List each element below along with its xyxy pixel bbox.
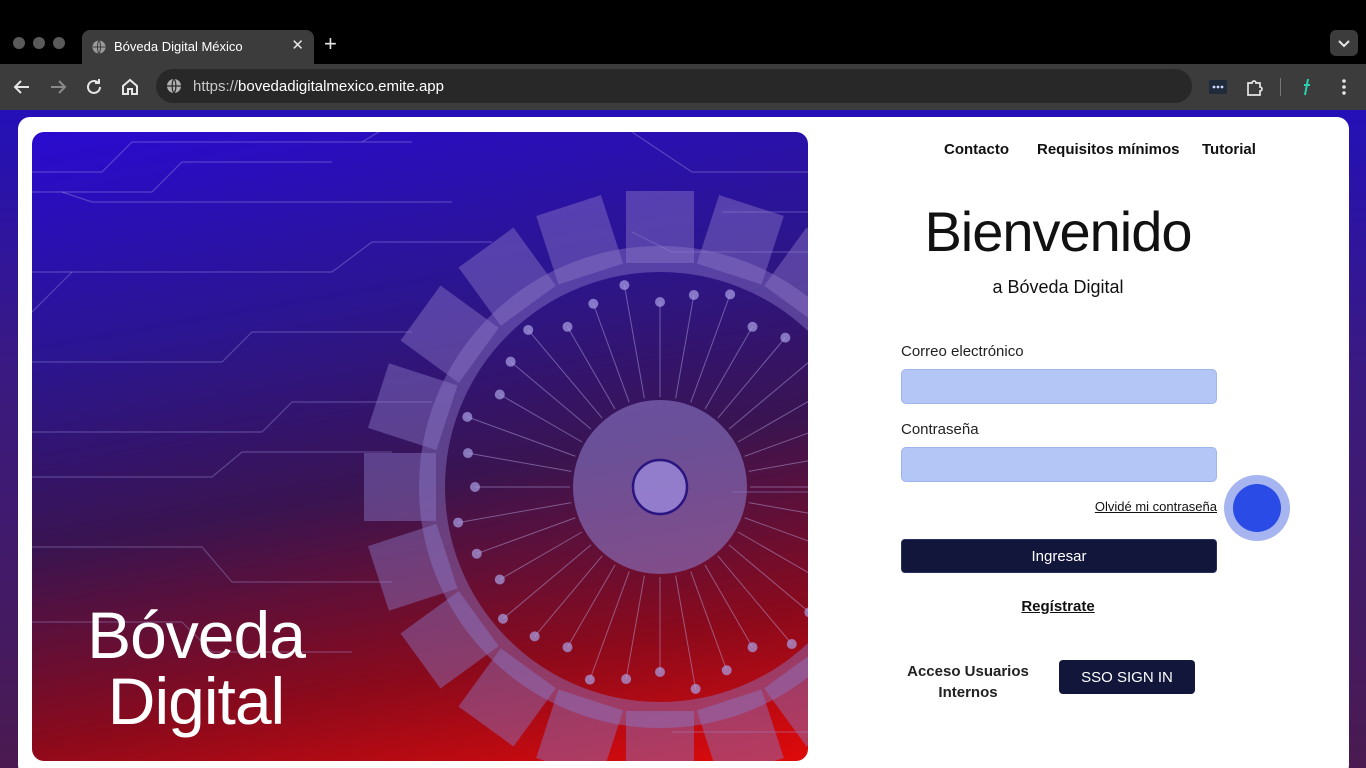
browser-toolbar: https://bovedadigitalmexico.emite.app	[0, 64, 1366, 110]
extension-password-icon[interactable]	[1207, 76, 1229, 98]
help-chat-bubble-inner	[1233, 484, 1281, 532]
sso-sign-in-button[interactable]: SSO SIGN IN	[1059, 660, 1195, 694]
new-tab-button[interactable]: +	[324, 31, 337, 57]
page-background: Bóveda Digital Contacto Requisitos mínim…	[0, 110, 1366, 768]
login-card: Bóveda Digital Contacto Requisitos mínim…	[18, 117, 1349, 768]
internal-users-label: Acceso Usuarios Internos	[904, 661, 1032, 703]
reload-icon[interactable]	[82, 75, 106, 99]
close-tab-icon[interactable]: ✕	[291, 36, 304, 54]
register-link[interactable]: Regístrate	[898, 598, 1218, 615]
globe-icon	[92, 40, 106, 54]
hero-title-line1: Bóveda	[87, 598, 306, 672]
tab-search-button[interactable]	[1330, 30, 1358, 56]
forward-arrow-icon[interactable]	[46, 75, 70, 99]
password-label: Contraseña	[901, 421, 979, 438]
window-close-dot[interactable]	[13, 37, 25, 49]
url-text: https://bovedadigitalmexico.emite.app	[193, 78, 444, 95]
browser-tab-bar: Bóveda Digital México ✕ +	[0, 0, 1366, 64]
hero-panel: Bóveda Digital	[32, 132, 808, 761]
hero-title-line2: Digital	[107, 664, 285, 738]
chevron-down-icon	[1338, 40, 1350, 48]
hero-title: Bóveda Digital	[46, 602, 346, 734]
tab-title: Bóveda Digital México	[114, 39, 243, 54]
internal-users-label-line2: Internos	[938, 684, 998, 701]
site-info-icon[interactable]	[166, 78, 182, 94]
email-label: Correo electrónico	[901, 343, 1024, 360]
nav-tutorial-link[interactable]: Tutorial	[1202, 141, 1256, 158]
puzzle-extensions-icon[interactable]	[1244, 76, 1266, 98]
welcome-subheading: a Bóveda Digital	[992, 277, 1124, 297]
nav-requirements-link[interactable]: Requisitos mínimos	[1037, 141, 1180, 158]
welcome-heading: Bienvenido	[924, 200, 1192, 263]
window-minimize-dot[interactable]	[33, 37, 45, 49]
home-icon[interactable]	[118, 75, 142, 99]
browser-tab[interactable]: Bóveda Digital México ✕	[82, 30, 314, 64]
browser-menu-icon[interactable]	[1333, 76, 1355, 98]
back-arrow-icon[interactable]	[10, 75, 34, 99]
nav-contact-link[interactable]: Contacto	[944, 141, 1009, 158]
address-bar[interactable]: https://bovedadigitalmexico.emite.app	[156, 69, 1192, 103]
email-field[interactable]	[901, 369, 1217, 404]
forgot-password-link[interactable]: Olvidé mi contraseña	[1095, 499, 1217, 514]
help-chat-bubble[interactable]	[1224, 475, 1290, 541]
internal-users-label-line1: Acceso Usuarios	[907, 663, 1029, 680]
login-button[interactable]: Ingresar	[901, 539, 1217, 573]
password-field[interactable]	[901, 447, 1217, 482]
toolbar-divider	[1280, 78, 1281, 96]
window-maximize-dot[interactable]	[53, 37, 65, 49]
extension-leaf-icon[interactable]	[1296, 76, 1318, 98]
